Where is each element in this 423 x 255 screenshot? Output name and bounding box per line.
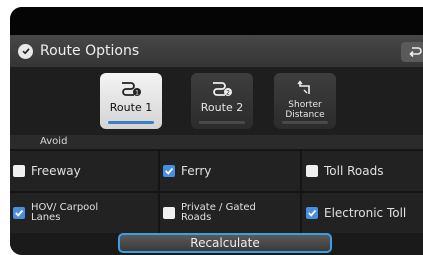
electronic-toll-checkbox[interactable]	[306, 207, 318, 219]
option-freeway[interactable]: Freeway	[10, 151, 158, 191]
electronic-toll-label: Electronic Toll	[324, 205, 407, 220]
toll-roads-checkbox[interactable]	[306, 165, 318, 177]
svg-text:2: 2	[226, 89, 230, 96]
option-ferry[interactable]: Ferry	[160, 151, 300, 191]
hov-carpool-checkbox[interactable]	[13, 207, 25, 219]
avoid-section-header: Avoid	[10, 135, 423, 149]
status-strip	[10, 7, 423, 35]
route-1-label: Route 1	[109, 101, 153, 114]
avoid-options: Freeway Ferry Toll Roads HOV/ Carpool La…	[10, 149, 423, 233]
header-bar: Route Options	[10, 35, 423, 67]
option-toll-roads[interactable]: Toll Roads	[302, 151, 423, 191]
shorter-distance-indicator	[282, 121, 328, 124]
action-bar: Recalculate	[10, 233, 423, 255]
check-circle-icon	[18, 43, 33, 59]
back-button[interactable]	[401, 42, 423, 62]
recalculate-button[interactable]: Recalculate	[118, 233, 332, 253]
shorter-distance-icon	[297, 80, 313, 96]
route-options-screen: Route Options 1 Route 1 2 Route 2 Shorte…	[10, 7, 423, 255]
route-1-icon: 1	[120, 80, 142, 96]
ferry-checkbox[interactable]	[163, 165, 175, 177]
route-1-button[interactable]: 1 Route 1	[100, 73, 162, 129]
ferry-label: Ferry	[181, 163, 212, 178]
freeway-label: Freeway	[31, 163, 81, 178]
route-2-label: Route 2	[200, 101, 244, 114]
hov-carpool-label: HOV/ Carpool Lanes	[31, 202, 99, 223]
svg-text:1: 1	[135, 89, 139, 96]
option-private-gated[interactable]: Private / Gated Roads	[160, 193, 300, 233]
option-electronic-toll[interactable]: Electronic Toll	[302, 193, 423, 233]
route-1-indicator	[108, 121, 154, 124]
route-2-indicator	[199, 121, 245, 124]
route-2-icon: 2	[211, 80, 233, 96]
shorter-distance-button[interactable]: Shorter Distance	[274, 73, 336, 129]
freeway-checkbox[interactable]	[13, 165, 25, 177]
page-title: Route Options	[40, 43, 140, 59]
private-gated-label: Private / Gated Roads	[181, 202, 256, 223]
shorter-distance-label: Shorter Distance	[285, 100, 325, 120]
avoid-label: Avoid	[40, 136, 68, 147]
option-hov-carpool[interactable]: HOV/ Carpool Lanes	[10, 193, 158, 233]
route-selector: 1 Route 1 2 Route 2 Shorter Distance	[10, 67, 423, 135]
back-arrow-icon	[409, 47, 422, 58]
toll-roads-label: Toll Roads	[324, 163, 384, 178]
route-2-button[interactable]: 2 Route 2	[191, 73, 253, 129]
private-gated-checkbox[interactable]	[163, 207, 175, 219]
